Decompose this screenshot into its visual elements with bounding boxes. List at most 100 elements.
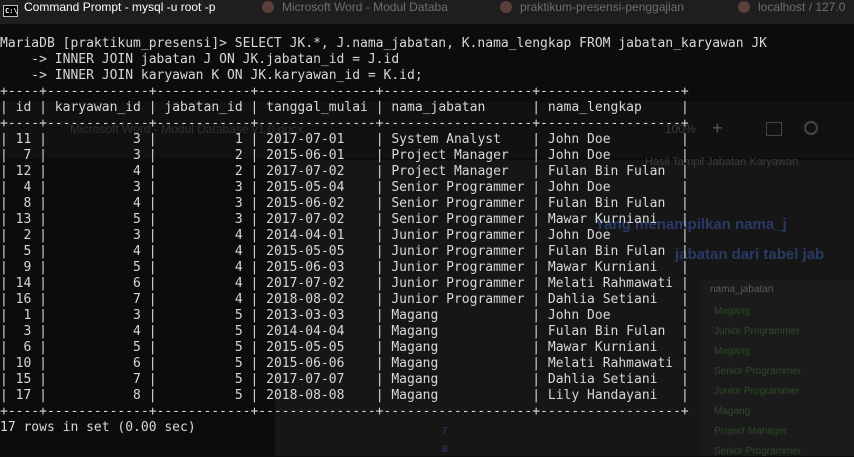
column-header-id: id xyxy=(7,100,40,115)
table-cell: Junior Programmer xyxy=(383,276,533,291)
table-cell: 5 xyxy=(7,244,40,259)
table-cell: 2014-04-01 xyxy=(258,228,376,243)
table-row: | 11 | 3 | 1 | 2017-07-01 | System Analy… xyxy=(0,132,689,147)
column-header-karyawan-id: karyawan_id xyxy=(46,100,149,115)
column-header-tanggal-mulai: tanggal_mulai xyxy=(258,100,376,115)
background-table-header: nama_jabatan xyxy=(710,284,774,295)
table-cell: 2015-05-05 xyxy=(258,244,376,259)
table-cell: Fulan Bin Fulan xyxy=(540,196,681,211)
column-header-nama-jabatan: nama_jabatan xyxy=(383,100,533,115)
table-cell: Project Manager xyxy=(383,148,533,163)
table-cell: 5 xyxy=(156,372,251,387)
query-line: -> INNER JOIN jabatan J ON JK.jabatan_id… xyxy=(0,52,400,67)
table-cell: 7 xyxy=(46,292,149,307)
table-cell: 2015-05-05 xyxy=(258,340,376,355)
table-cell: 5 xyxy=(156,340,251,355)
table-cell: 5 xyxy=(46,260,149,275)
table-cell: Mawar Kurniani xyxy=(540,260,681,275)
tab-localhost[interactable]: localhost / 127.0 xyxy=(738,0,845,24)
table-cell: 2015-06-03 xyxy=(258,260,376,275)
table-cell: Melati Rahmawati xyxy=(540,276,681,291)
result-summary: 17 rows in set (0.00 sec) xyxy=(0,420,196,435)
table-cell: 2 xyxy=(156,148,251,163)
table-cell: 8 xyxy=(46,388,149,403)
table-cell: 4 xyxy=(156,260,251,275)
table-cell: Project Manager xyxy=(383,164,533,179)
table-cell: 15 xyxy=(7,372,40,387)
table-cell: 8 xyxy=(7,196,40,211)
table-cell: 7 xyxy=(7,148,40,163)
table-cell: 2018-08-08 xyxy=(258,388,376,403)
background-table: nama_jabatan Magang Junior Programmer Ma… xyxy=(442,280,854,457)
table-cell: Magang xyxy=(383,324,533,339)
column-header-jabatan-id: jabatan_id xyxy=(156,100,251,115)
table-cell: 5 xyxy=(46,340,149,355)
table-cell: Dahlia Setiani xyxy=(540,292,681,307)
table-cell: 5 xyxy=(156,308,251,323)
table-cell: 2013-03-03 xyxy=(258,308,376,323)
table-cell: John Doe xyxy=(540,132,681,147)
table-cell: 12 xyxy=(7,164,40,179)
command-prompt-icon: C:\ xyxy=(3,5,18,17)
table-cell: Junior Programmer xyxy=(383,260,533,275)
query-line: -> INNER JOIN karyawan K ON JK.karyawan_… xyxy=(0,68,423,83)
table-row: | 10 | 6 | 5 | 2015-06-06 | Magang | Mel… xyxy=(0,356,689,371)
table-cell: 16 xyxy=(7,292,40,307)
table-cell: 3 xyxy=(46,148,149,163)
fit-page-icon xyxy=(766,122,782,136)
table-cell: John Doe xyxy=(540,228,681,243)
table-cell: 4 xyxy=(46,164,149,179)
table-cell: 4 xyxy=(46,244,149,259)
table-cell: 4 xyxy=(7,180,40,195)
table-cell: 1 xyxy=(156,132,251,147)
table-cell: 2015-06-01 xyxy=(258,148,376,163)
refresh-icon xyxy=(804,121,818,135)
table-row: | 3 | 4 | 5 | 2014-04-04 | Magang | Fula… xyxy=(0,324,689,339)
table-cell: 3 xyxy=(46,132,149,147)
table-cell: John Doe xyxy=(540,148,681,163)
table-cell: Magang xyxy=(383,356,533,371)
table-cell: Senior Programmer xyxy=(383,196,533,211)
table-row: | 2 | 3 | 4 | 2014-04-01 | Junior Progra… xyxy=(0,228,689,243)
table-cell: 2 xyxy=(156,164,251,179)
table-row: | 12 | 4 | 2 | 2017-07-02 | Project Mana… xyxy=(0,164,689,179)
table-cell: 5 xyxy=(156,356,251,371)
table-cell: 1 xyxy=(7,308,40,323)
table-cell: Magang xyxy=(383,308,533,323)
table-cell: Dahlia Setiani xyxy=(540,372,681,387)
table-cell: 17 xyxy=(7,388,40,403)
table-row: | 4 | 3 | 3 | 2015-05-04 | Senior Progra… xyxy=(0,180,689,195)
table-row: | 6 | 5 | 5 | 2015-05-05 | Magang | Mawa… xyxy=(0,340,689,355)
title-bar[interactable]: C:\ Command Prompt - mysql -u root -p Mi… xyxy=(0,0,854,24)
table-cell: 4 xyxy=(156,228,251,243)
table-cell: 2017-07-02 xyxy=(258,212,376,227)
table-cell: Fulan Bin Fulan xyxy=(540,244,681,259)
table-cell: 6 xyxy=(7,340,40,355)
table-row: | 16 | 7 | 4 | 2018-08-02 | Junior Progr… xyxy=(0,292,689,307)
table-cell: 6 xyxy=(46,356,149,371)
table-cell: 3 xyxy=(156,212,251,227)
table-cell: Magang xyxy=(383,340,533,355)
table-cell: 11 xyxy=(7,132,40,147)
table-cell: 3 xyxy=(156,196,251,211)
table-row: | 14 | 6 | 4 | 2017-07-02 | Junior Progr… xyxy=(0,276,689,291)
table-header: | id | karyawan_id | jabatan_id | tangga… xyxy=(0,100,689,115)
table-cell: 13 xyxy=(7,212,40,227)
table-cell: 2014-04-04 xyxy=(258,324,376,339)
table-border: +----+-------------+------------+-------… xyxy=(0,84,689,99)
tab-praktikum[interactable]: praktikum-presensi-penggajian xyxy=(500,0,684,24)
table-cell: Junior Programmer xyxy=(383,228,533,243)
table-cell: 2017-07-02 xyxy=(258,164,376,179)
table-cell: 5 xyxy=(156,388,251,403)
table-border: +----+-------------+------------+-------… xyxy=(0,404,689,419)
table-cell: 2017-07-02 xyxy=(258,276,376,291)
phpmyadmin-icon xyxy=(738,1,750,13)
table-border: +----+-------------+------------+-------… xyxy=(0,116,689,131)
table-cell: 2015-06-02 xyxy=(258,196,376,211)
table-cell: 2015-05-04 xyxy=(258,180,376,195)
table-cell: John Doe xyxy=(540,180,681,195)
browser-icon xyxy=(500,1,512,13)
table-cell: 5 xyxy=(156,324,251,339)
table-cell: 6 xyxy=(46,276,149,291)
tab-word-document[interactable]: Microsoft Word - Modul Databa xyxy=(262,0,448,24)
